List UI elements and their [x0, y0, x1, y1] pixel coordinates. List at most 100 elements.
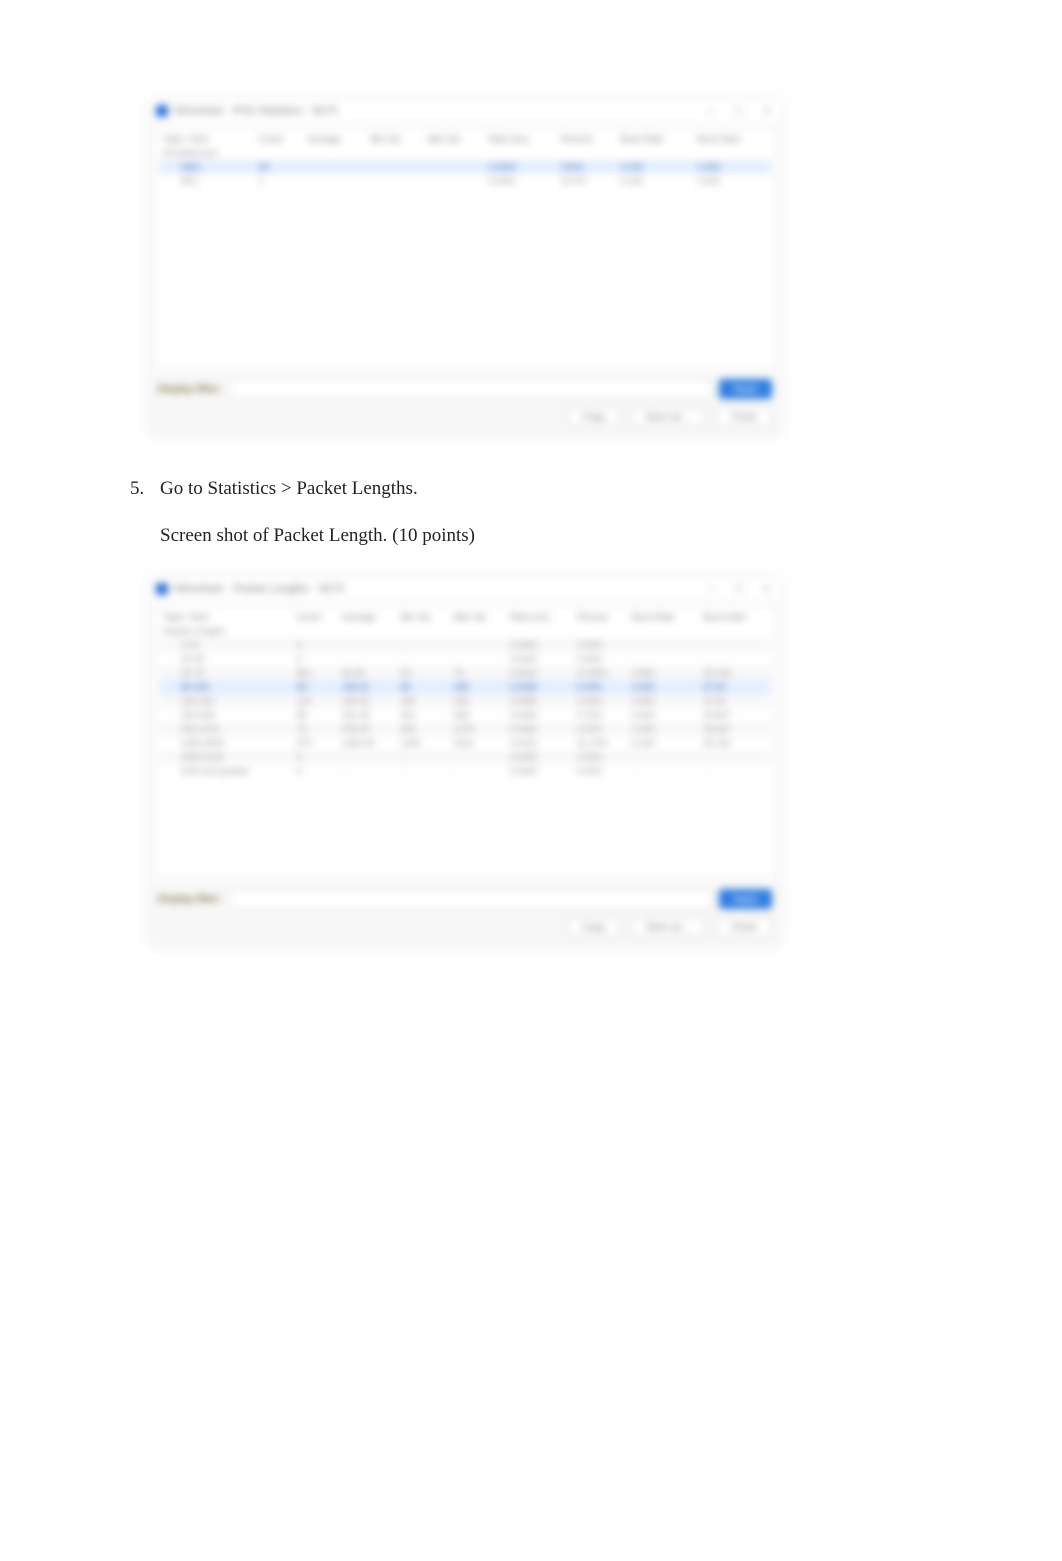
table-cell: - [338, 764, 396, 778]
table-cell [338, 624, 396, 638]
table-cell: 158 [449, 680, 505, 694]
table-cell: 0 [293, 652, 338, 666]
table-row[interactable]: fe80::280.0020100%0.2000.000 [159, 160, 771, 174]
minimize-icon[interactable]: — [704, 104, 718, 118]
table-cell: 861 [293, 666, 338, 680]
apply-button[interactable]: Apply [719, 889, 772, 909]
window-footer: Display filter: Apply Copy Save as… Clos… [150, 883, 780, 945]
table-row[interactable]: 320-63985441.363216380.00624.73%0.60025.… [159, 708, 771, 722]
table-cell: - [628, 764, 699, 778]
table-cell: 570 [293, 736, 338, 750]
apply-button[interactable]: Apply [719, 379, 772, 399]
table-cell: 8.742 [700, 694, 772, 708]
filter-label: Display filter: [158, 894, 221, 905]
table-cell: All Addresses [159, 146, 255, 160]
step-number: 5. [130, 475, 160, 568]
table-cell: 47.89% [573, 666, 628, 680]
table-row[interactable]: 160-319114226.541603180.00826.34%0.6008.… [159, 694, 771, 708]
table-cell: - [449, 764, 505, 778]
table-cell: 0.0000 [506, 652, 573, 666]
table-cell: - [700, 764, 772, 778]
table-cell: 0 [293, 764, 338, 778]
table-cell: - [449, 750, 505, 764]
maximize-icon[interactable]: ☐ [732, 582, 746, 596]
close-icon[interactable]: ✕ [760, 104, 774, 118]
table-cell: 25.847 [700, 708, 772, 722]
table-cell [255, 146, 304, 160]
table-cell [694, 146, 771, 160]
table-row[interactable]: 40-7986162.4554790.062347.89%3.90025.145 [159, 666, 771, 680]
step-caption: Screen shot of Packet Length. (10 points… [160, 522, 475, 551]
stats-table: Topic / Item Count Average Min Val Max V… [159, 132, 771, 188]
table-cell [367, 146, 424, 160]
table-row[interactable]: 5120 and greater0---0.00000.00%-- [159, 764, 771, 778]
table-row[interactable]: 20-390---0.00000.00%-- [159, 652, 771, 666]
table-cell: 0.200 [617, 160, 694, 174]
col-rate: Rate (ms) [506, 610, 573, 624]
table-cell: 25.145 [700, 666, 772, 680]
table-cell [367, 160, 424, 174]
table-cell: 321 [397, 708, 450, 722]
close-icon[interactable]: ✕ [760, 582, 774, 596]
table-row[interactable]: Packet Lengths [159, 624, 771, 638]
table-row[interactable]: 0-190---0.00000.00%-- [159, 638, 771, 652]
table-cell: - [700, 652, 772, 666]
copy-button[interactable]: Copy [567, 407, 620, 427]
col-min: Min Val [367, 132, 424, 146]
table-cell: - [338, 750, 396, 764]
table-cell: 1278 [449, 722, 505, 736]
table-cell: - [628, 750, 699, 764]
table-cell [424, 174, 485, 188]
display-filter-input[interactable] [229, 379, 711, 399]
window-title: Wireshark · Packet Lengths · Wi-Fi [174, 583, 704, 595]
table-cell: 114 [293, 694, 338, 708]
display-filter-input[interactable] [229, 889, 711, 909]
table-cell: 80-159 [159, 680, 293, 694]
save-as-button[interactable]: Save as… [630, 407, 706, 427]
minimize-icon[interactable]: — [704, 582, 718, 596]
screenshot-ipv6-statistics: Wireshark · IPv6 Statistics · Wi-Fi — ☐ … [150, 100, 780, 435]
table-cell: - [397, 638, 450, 652]
table-cell: 0.0001 [484, 174, 557, 188]
empty-space [159, 188, 771, 368]
maximize-icon[interactable]: ☐ [732, 104, 746, 118]
table-cell: - [700, 750, 772, 764]
table-cell: 0.00% [573, 764, 628, 778]
table-row[interactable]: ff02::10.00013.57%0.1000.000 [159, 174, 771, 188]
copy-button[interactable]: Copy [567, 917, 620, 937]
window-title: Wireshark · IPv6 Statistics · Wi-Fi [174, 105, 704, 117]
table-cell: 85 [293, 708, 338, 722]
table-cell: 1494.30 [338, 736, 396, 750]
table-cell: 1294 [397, 736, 450, 750]
app-icon [156, 105, 168, 117]
table-row[interactable]: 1280-25595701494.30129415140.041231.70%5… [159, 736, 771, 750]
close-button[interactable]: Close [716, 917, 772, 937]
table-cell [484, 146, 557, 160]
table-row[interactable]: 640-127972878.4564312780.00524.01%0.4002… [159, 722, 771, 736]
close-button[interactable]: Close [716, 407, 772, 427]
filter-label: Display filter: [158, 384, 221, 395]
save-as-button[interactable]: Save as… [630, 917, 706, 937]
table-cell: 0.600 [628, 708, 699, 722]
table-cell [557, 146, 617, 160]
table-cell: 96 [293, 680, 338, 694]
table-cell: 31.70% [573, 736, 628, 750]
col-burst-rate: Burst Rate [617, 132, 694, 146]
table-cell: 0.0000 [506, 764, 573, 778]
table-cell [424, 160, 485, 174]
window-titlebar: Wireshark · Packet Lengths · Wi-Fi — ☐ ✕ [150, 578, 780, 601]
table-cell: 5.34% [573, 680, 628, 694]
table-cell: 0.0069 [506, 680, 573, 694]
col-average: Average [303, 132, 366, 146]
table-cell: - [338, 638, 396, 652]
table-cell: - [628, 652, 699, 666]
table-row[interactable]: 80-15996108.21801580.00695.34%0.5008.742 [159, 680, 771, 694]
table-cell: - [397, 652, 450, 666]
table-row[interactable]: All Addresses [159, 146, 771, 160]
table-cell: 28 [255, 160, 304, 174]
table-cell: Packet Lengths [159, 624, 293, 638]
table-cell: 0.0082 [506, 694, 573, 708]
table-cell: 0.00% [573, 750, 628, 764]
table-row[interactable]: 2560-51190---0.00000.00%-- [159, 750, 771, 764]
table-cell: 1 [255, 174, 304, 188]
